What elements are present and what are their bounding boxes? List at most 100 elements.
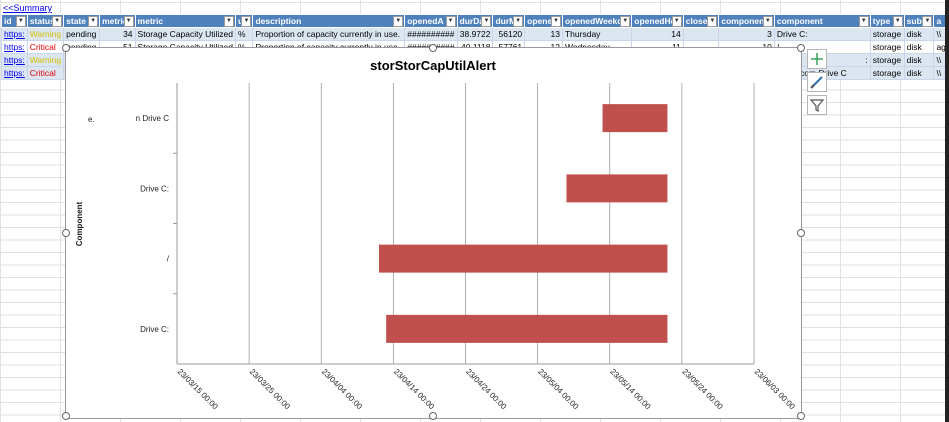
status-cell[interactable]: Warning [26,53,65,67]
header-cell[interactable]: metric ▼ [99,14,136,28]
status-cell[interactable]: Warning [26,27,65,41]
table-cell[interactable]: 13 [524,27,563,41]
header-cell[interactable]: openedWeekd ▼ [561,14,633,28]
filter-dropdown-icon[interactable]: ▼ [481,16,492,27]
filter-dropdown-icon[interactable]: ▼ [123,16,134,27]
table-cell[interactable]: % [234,27,254,41]
header-cell[interactable]: state ▼ [63,14,101,28]
filter-dropdown-icon[interactable]: ▼ [707,16,718,27]
filter-dropdown-icon[interactable]: ▼ [892,16,903,27]
summary-link[interactable]: <<Summary [3,3,52,13]
plus-icon [811,53,823,65]
resize-handle[interactable] [62,229,70,237]
header-cell[interactable]: component ▼ [718,14,775,28]
filter-dropdown-icon[interactable]: ▼ [620,16,631,27]
filter-dropdown-icon[interactable]: ▼ [241,16,252,27]
chart-area[interactable]: storStorCapUtilAlert 23/03/15 00:00 23/03/… [65,47,802,419]
header-cell[interactable]: openedA ▼ [404,14,458,28]
table-cell[interactable]: 3 [718,27,775,41]
header-cell[interactable]: type ▼ [869,14,905,28]
header-cell[interactable]: openeD ▼ [524,14,563,28]
gantt-chart: storStorCapUtilAlert 23/03/15 00:00 23/03/… [75,58,797,412]
resize-handle[interactable] [429,44,437,52]
table-cell[interactable]: 34 [99,27,136,41]
header-cell[interactable]: description ▼ [252,14,406,28]
table-cell[interactable]: Proportion of capacity currently in use. [252,27,406,41]
filter-dropdown-icon[interactable]: ▼ [445,16,456,27]
table-cell[interactable]: disk [903,27,935,41]
y-tick-label: / [167,255,170,264]
header-row: id▼ status▼ state▼ metric▼ metric▼ ui▼ d… [1,14,949,28]
filter-dropdown-icon[interactable]: ▼ [393,16,404,27]
table-cell[interactable]: ########## [404,27,458,41]
chart-elements-button[interactable] [807,49,827,69]
extra-label: e. [88,115,95,124]
header-cell[interactable]: ui▼ [234,14,254,28]
header-cell[interactable]: durM ▼ [492,14,526,28]
table-cell[interactable]: storage [869,27,905,41]
filter-dropdown-icon[interactable]: ▼ [513,16,524,27]
x-tick-label: 23/04/14 00:00 [392,367,437,412]
chart-styles-button[interactable] [807,72,827,92]
filter-dropdown-icon[interactable]: ▼ [15,16,26,27]
header-cell[interactable]: status ▼ [26,14,65,28]
filter-dropdown-icon[interactable]: ▼ [52,16,63,27]
gantt-bar [566,174,668,203]
window-edge [945,0,949,422]
table-cell[interactable] [682,27,720,41]
resize-handle[interactable] [797,229,805,237]
y-axis-title: Component [75,201,84,246]
status-cell[interactable]: Critical [26,40,65,54]
table-cell[interactable]: disk [903,40,935,54]
brush-icon [810,76,823,89]
x-tick-label: 23/03/15 00:00 [176,367,221,412]
table-cell[interactable]: Storage Capacity Utilized [134,27,236,41]
resize-handle[interactable] [62,412,70,420]
gantt-bar [386,314,668,343]
table-cell[interactable]: 56120 [492,27,526,41]
header-cell[interactable]: id ▼ [1,14,28,28]
filter-dropdown-icon[interactable]: ▼ [762,16,773,27]
id-link[interactable]: https: [1,53,28,67]
x-tick-label: 23/04/04 00:00 [320,367,365,412]
table-cell[interactable]: 38.9722 [456,27,494,41]
gantt-bar [378,244,668,273]
resize-handle[interactable] [797,44,805,52]
table-cell[interactable]: disk [903,53,935,67]
table-cell[interactable]: Thursday [561,27,633,41]
id-link[interactable]: https: [1,66,28,80]
header-cell[interactable]: closed ▼ [682,14,720,28]
table-cell[interactable]: Drive C: [773,27,871,41]
resize-handle[interactable] [797,412,805,420]
table-cell[interactable]: disk [903,66,935,80]
header-cell[interactable]: durDa ▼ [456,14,494,28]
resize-handle[interactable] [429,412,437,420]
filter-dropdown-icon[interactable]: ▼ [550,16,561,27]
header-cell[interactable]: subty ▼ [903,14,935,28]
filter-dropdown-icon[interactable]: ▼ [922,16,933,27]
table-cell[interactable]: storage [869,66,905,80]
header-cell[interactable]: openedHo ▼ [631,14,684,28]
gantt-bar [602,104,668,133]
status-cell[interactable]: Critical [26,66,65,80]
x-tick-label: 23/03/25 00:00 [248,367,293,412]
table-cell[interactable]: pending [63,27,101,41]
filter-dropdown-icon[interactable]: ▼ [671,16,682,27]
table-cell[interactable]: 14 [631,27,684,41]
chart-title: storStorCapUtilAlert [370,58,496,73]
resize-handle[interactable] [62,44,70,52]
chart-filters-button[interactable] [807,95,827,115]
x-tick-label: 23/05/14 00:00 [608,367,653,412]
x-tick-label: 23/05/24 00:00 [680,367,725,412]
table-cell[interactable]: storage [869,53,905,67]
table-row: https: Warning pending 34 Storage Capaci… [1,27,949,41]
header-cell[interactable]: component ▼ [773,14,871,28]
table-cell[interactable]: storage [869,40,905,54]
id-link[interactable]: https: [1,27,28,41]
filter-dropdown-icon[interactable]: ▼ [858,16,869,27]
filter-dropdown-icon[interactable]: ▼ [223,16,234,27]
header-cell[interactable]: metric ▼ [134,14,236,28]
filter-dropdown-icon[interactable]: ▼ [88,16,99,27]
filter-icon [809,99,825,112]
id-link[interactable]: https: [1,40,28,54]
